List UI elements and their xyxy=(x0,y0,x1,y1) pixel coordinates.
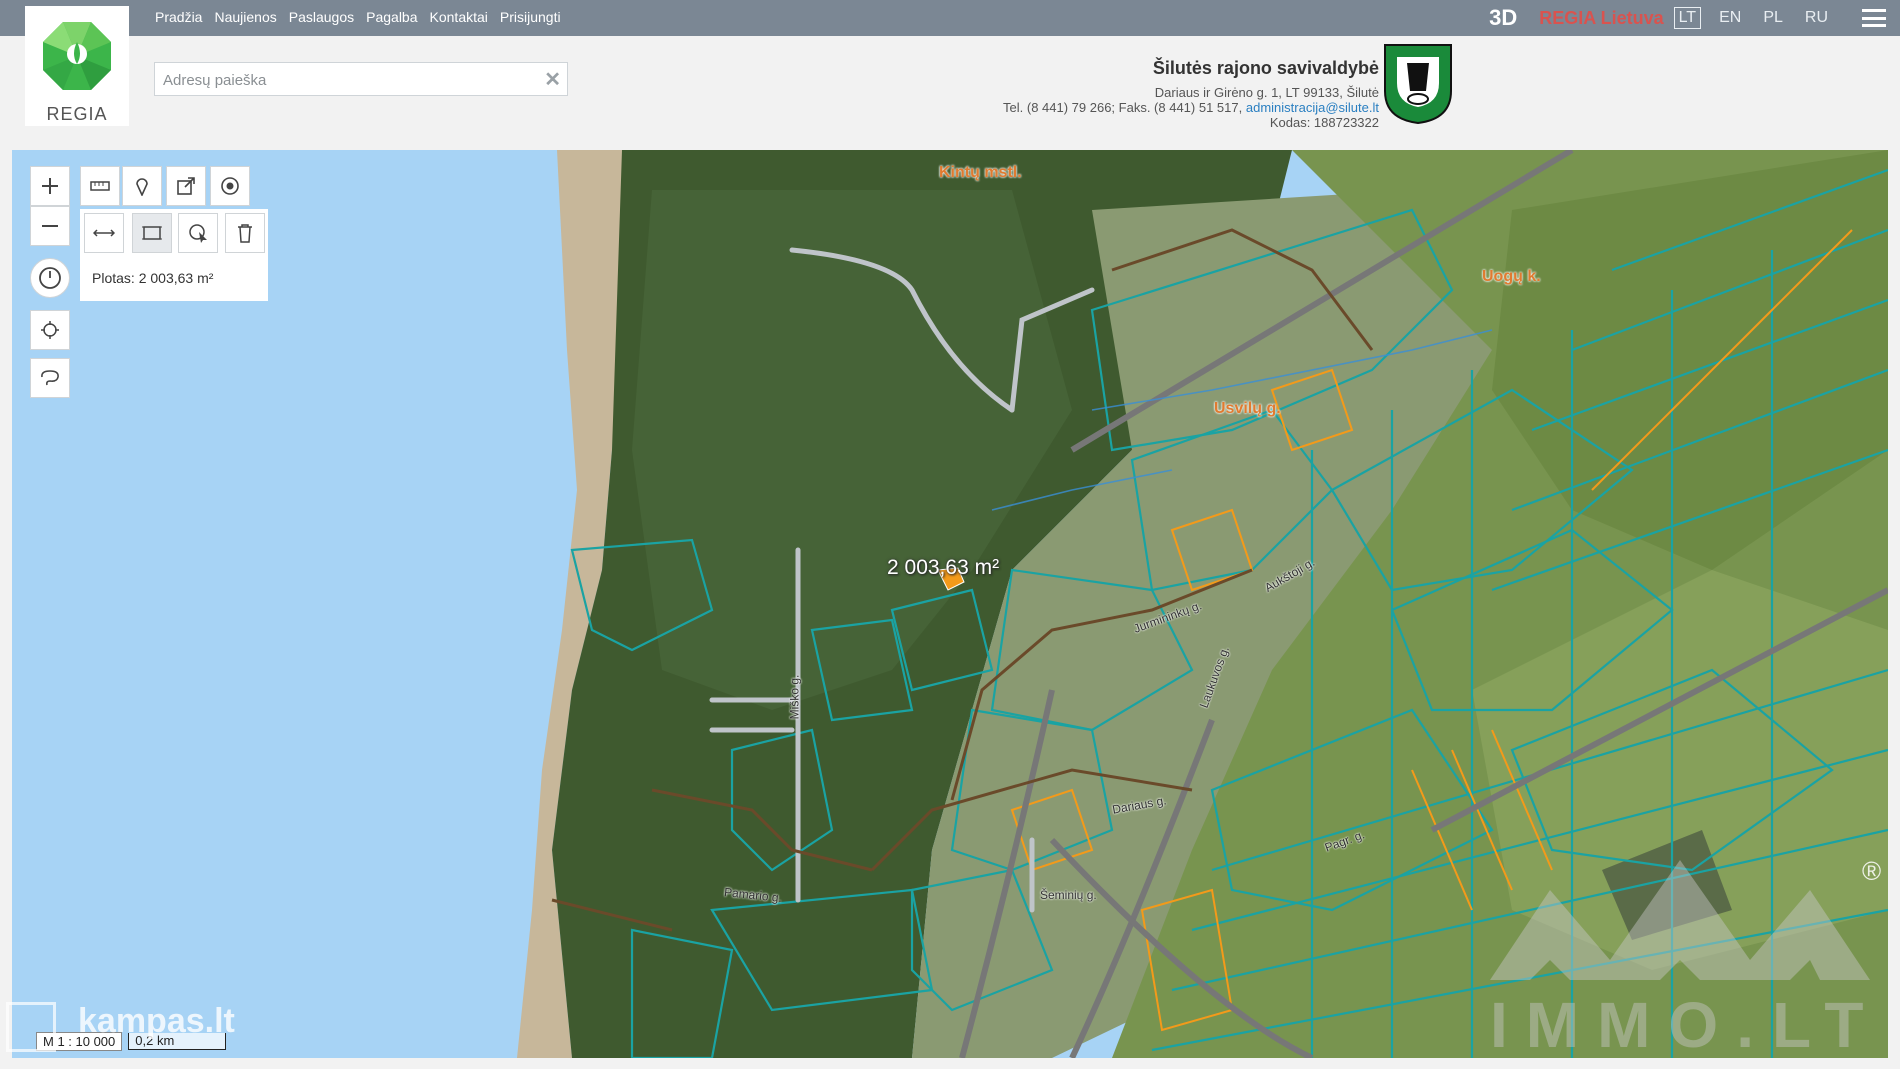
ruler-button[interactable] xyxy=(80,166,120,206)
immo-watermark: ® IMMO.LT xyxy=(1490,850,1890,1061)
3d-button[interactable]: 3D xyxy=(1489,5,1517,31)
zoom-out-button[interactable] xyxy=(30,206,70,246)
target-icon xyxy=(221,177,239,195)
locate-button[interactable] xyxy=(30,310,70,350)
municipality-email[interactable]: administracija@silute.lt xyxy=(1246,100,1379,115)
municipality-address: Dariaus ir Girėno g. 1, LT 99133, Šilutė xyxy=(1154,85,1379,100)
menu-icon[interactable] xyxy=(1862,9,1886,27)
nav-services[interactable]: Paslaugos xyxy=(289,9,354,25)
nav-home[interactable]: Pradžia xyxy=(155,9,202,25)
registered-mark: ® xyxy=(1862,856,1882,886)
select-button[interactable] xyxy=(178,213,218,253)
lang-pl[interactable]: PL xyxy=(1759,8,1787,28)
clear-icon[interactable]: ✕ xyxy=(544,67,561,92)
delete-button[interactable] xyxy=(225,213,265,253)
municipality-info: Šilutės rajono savivaldybė Dariaus ir Gi… xyxy=(1003,58,1379,130)
top-bar: Pradžia Naujienos Paslaugos Pagalba Kont… xyxy=(0,0,1900,36)
nav-login[interactable]: Prisijungti xyxy=(500,9,561,25)
history-icon xyxy=(39,267,61,289)
zoom-in-icon xyxy=(42,178,58,194)
label-kintu: Kintų mstl. xyxy=(939,164,1022,181)
zoom-out-icon xyxy=(42,225,58,227)
main-nav: Pradžia Naujienos Paslaugos Pagalba Kont… xyxy=(155,9,561,25)
lang-lt[interactable]: LT xyxy=(1673,7,1702,29)
regia-logo[interactable]: REGIA xyxy=(25,6,129,126)
address-search: ✕ xyxy=(154,62,568,96)
regia-lietuva-link[interactable]: REGIA Lietuva xyxy=(1539,8,1663,29)
label-misko: Miško g. xyxy=(787,674,802,720)
top-right-nav: 3D REGIA Lietuva LT EN PL RU xyxy=(1489,0,1900,36)
export-icon xyxy=(177,177,195,195)
lang-ru[interactable]: RU xyxy=(1801,8,1832,28)
measure-distance-button[interactable] xyxy=(84,213,124,253)
municipality-title: Šilutės rajono savivaldybė xyxy=(1152,58,1379,78)
trash-icon xyxy=(238,224,252,243)
target-button[interactable] xyxy=(210,166,250,206)
area-measurement-text: Plotas: 2 003,63 m² xyxy=(92,270,214,286)
nav-help[interactable]: Pagalba xyxy=(366,9,417,25)
export-button[interactable] xyxy=(166,166,206,206)
measure-distance-icon xyxy=(93,229,115,237)
nav-contacts[interactable]: Kontaktai xyxy=(430,9,488,25)
zoom-in-button[interactable] xyxy=(30,166,70,206)
lang-en[interactable]: EN xyxy=(1715,8,1745,28)
measure-area-button[interactable] xyxy=(132,213,172,253)
lasso-icon xyxy=(41,370,59,386)
kampas-logo-icon xyxy=(6,1002,56,1052)
select-icon xyxy=(189,224,207,243)
label-semininku: Šeminių g. xyxy=(1040,888,1097,902)
municipality-code: Kodas: 188723322 xyxy=(1269,115,1379,130)
search-input[interactable] xyxy=(161,69,535,91)
immo-mountain-icon xyxy=(1490,860,1870,980)
label-uogu: Uogų k. xyxy=(1482,268,1541,285)
logo-text: REGIA xyxy=(46,104,108,124)
nav-news[interactable]: Naujienos xyxy=(214,9,276,25)
marker-icon xyxy=(136,178,148,196)
history-button[interactable] xyxy=(30,258,70,298)
regia-octagon-icon xyxy=(43,22,111,90)
measured-area-label: 2 003,63 m² xyxy=(887,556,1000,579)
municipality-phone: Tel. (8 441) 79 266; Faks. (8 441) 51 51… xyxy=(1003,100,1243,115)
ruler-icon xyxy=(90,181,110,191)
immo-watermark-text: IMMO.LT xyxy=(1490,989,1882,1061)
municipality-contacts: Tel. (8 441) 79 266; Faks. (8 441) 51 51… xyxy=(1003,100,1379,115)
lasso-button[interactable] xyxy=(30,358,70,398)
locate-icon xyxy=(41,321,59,339)
measure-area-icon xyxy=(142,226,162,240)
kampas-watermark-text: kampas.lt xyxy=(78,1002,235,1040)
label-usvilu: Usvilų g. xyxy=(1214,400,1281,417)
municipality-crest-icon xyxy=(1384,44,1452,125)
marker-button[interactable] xyxy=(122,166,162,206)
